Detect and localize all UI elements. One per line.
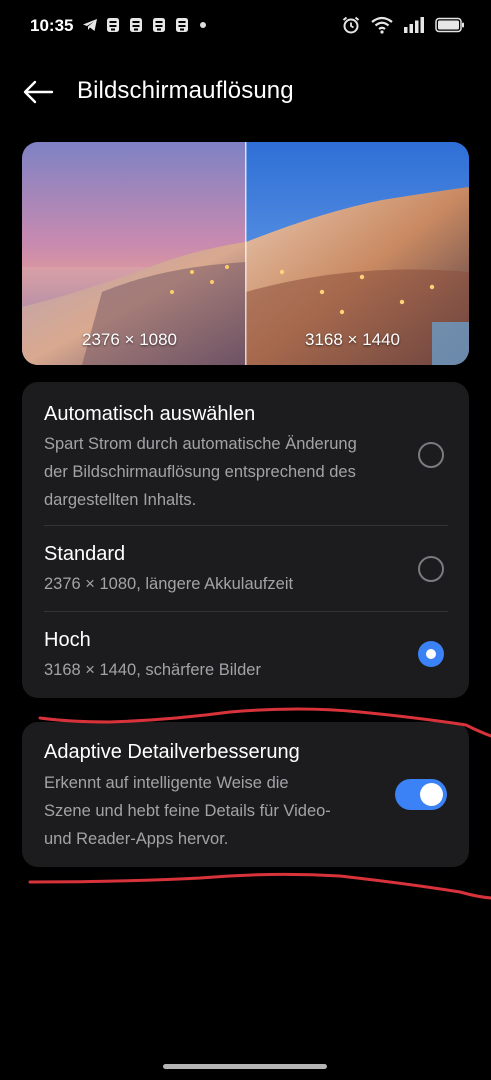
option-subtitle-line: der Bildschirmauflösung entsprechend des	[44, 463, 356, 481]
more-notifications-dot	[200, 22, 206, 28]
notification-icons	[82, 17, 206, 33]
option-title: Automatisch auswählen	[44, 403, 256, 425]
back-arrow-icon[interactable]	[22, 78, 54, 106]
status-bar: 10:35	[0, 0, 491, 56]
high-resolution-label: 3168 × 1440	[305, 330, 401, 349]
resolution-preview-image: 2376 × 1080 3168 × 1440	[22, 142, 469, 365]
adaptive-toggle-switch[interactable]	[395, 779, 447, 810]
option-standard[interactable]: Standard 2376 × 1080, längere Akkulaufze…	[22, 526, 469, 611]
home-indicator[interactable]	[163, 1064, 327, 1069]
adaptive-detail-card[interactable]: Adaptive Detailverbesserung Erkennt auf …	[22, 722, 469, 867]
telegram-icon	[83, 19, 97, 31]
radio-high[interactable]	[418, 641, 444, 667]
app-notification-icon	[107, 18, 119, 32]
radio-standard[interactable]	[418, 556, 444, 582]
adaptive-subtitle-line: Erkennt auf intelligente Weise die	[44, 774, 289, 792]
option-subtitle-line: dargestellten Inhalts.	[44, 491, 197, 509]
option-title: Hoch	[44, 629, 91, 651]
app-notification-icon	[153, 18, 165, 32]
option-high[interactable]: Hoch 3168 × 1440, schärfere Bilder	[22, 612, 469, 698]
option-subtitle-line: 3168 × 1440, schärfere Bilder	[44, 661, 261, 679]
alarm-icon	[342, 16, 360, 34]
app-notification-icon	[130, 18, 142, 32]
option-subtitle-line: Spart Strom durch automatische Änderung	[44, 435, 357, 453]
resolution-options-card: Automatisch auswählen Spart Strom durch …	[22, 382, 469, 698]
option-automatic[interactable]: Automatisch auswählen Spart Strom durch …	[22, 382, 469, 525]
option-title: Standard	[44, 543, 126, 565]
radio-automatic[interactable]	[418, 442, 444, 468]
adaptive-subtitle-line: und Reader-Apps hervor.	[44, 830, 229, 848]
option-subtitle-line: 2376 × 1080, längere Akkulaufzeit	[44, 575, 294, 593]
system-icons	[341, 15, 465, 35]
page-title: Bildschirmauflösung	[77, 77, 294, 104]
battery-icon	[435, 17, 464, 33]
toggle-knob	[420, 783, 443, 806]
app-notification-icon	[176, 18, 188, 32]
page-header: Bildschirmauflösung	[0, 70, 491, 114]
adaptive-subtitle-line: Szene und hebt feine Details für Video-	[44, 802, 331, 820]
signal-icon	[404, 17, 424, 33]
adaptive-title: Adaptive Detailverbesserung	[44, 741, 300, 763]
wifi-icon	[371, 16, 393, 34]
standard-resolution-label: 2376 × 1080	[82, 330, 178, 349]
status-time: 10:35	[30, 16, 74, 35]
